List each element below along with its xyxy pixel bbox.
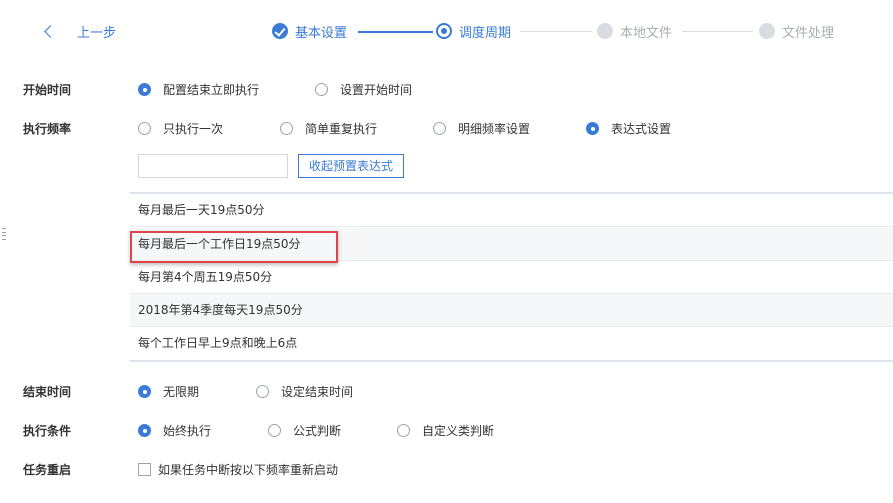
- radio-icon: [433, 122, 446, 135]
- option-label: 简单重复执行: [305, 122, 378, 136]
- option-label: 公式判断: [293, 424, 342, 438]
- checkbox-label: 如果任务中断按以下频率重新启动: [158, 463, 339, 477]
- expression-radio[interactable]: 表达式设置: [586, 120, 671, 137]
- chevron-left-icon: [44, 25, 57, 38]
- step-local-files[interactable]: 本地文件: [597, 21, 672, 41]
- step-label: 本地文件: [620, 25, 673, 41]
- pending-step-icon: [759, 23, 775, 39]
- checkbox-icon: [138, 463, 151, 476]
- restart-checkbox[interactable]: 如果任务中断按以下频率重新启动: [138, 461, 338, 478]
- step-connector: [520, 31, 592, 32]
- back-label: 上一步: [77, 26, 117, 41]
- step-connector: [358, 31, 433, 33]
- option-label: 无限期: [163, 385, 200, 399]
- option-label: 自定义类判断: [422, 424, 495, 438]
- condition-label: 执行条件: [23, 424, 72, 438]
- set-start-time-radio[interactable]: 设置开始时间: [315, 81, 412, 98]
- step-file-processing[interactable]: 文件处理: [759, 21, 834, 41]
- radio-checked-icon: [138, 83, 151, 96]
- custom-class-radio[interactable]: 自定义类判断: [397, 422, 494, 439]
- step-basic-settings[interactable]: 基本设置: [272, 21, 347, 41]
- frequency-label: 执行频率: [23, 122, 72, 136]
- radio-icon: [315, 83, 328, 96]
- preset-item[interactable]: 每月最后一天19点50分: [130, 194, 893, 227]
- detailed-frequency-radio[interactable]: 明细频率设置: [433, 120, 530, 137]
- radio-icon: [268, 424, 281, 437]
- option-label: 设定结束时间: [281, 385, 354, 399]
- formula-radio[interactable]: 公式判断: [268, 422, 341, 439]
- start-time-label: 开始时间: [23, 83, 72, 97]
- radio-checked-icon: [586, 122, 599, 135]
- step-connector: [682, 31, 753, 32]
- simple-repeat-radio[interactable]: 简单重复执行: [280, 120, 377, 137]
- check-circle-icon: [272, 23, 288, 39]
- radio-checked-icon: [138, 385, 151, 398]
- restart-label: 任务重启: [23, 463, 72, 477]
- preset-item[interactable]: 每月第4个周五19点50分: [130, 261, 893, 294]
- option-label: 设置开始时间: [340, 83, 413, 97]
- radio-icon: [138, 122, 151, 135]
- preset-expression-list: 每月最后一天19点50分 每月最后一个工作日19点50分 每月第4个周五19点5…: [130, 192, 893, 362]
- run-once-radio[interactable]: 只执行一次: [138, 120, 223, 137]
- back-button[interactable]: 上一步: [42, 22, 116, 41]
- end-time-label: 结束时间: [23, 385, 72, 399]
- drag-handle-icon[interactable]: [2, 228, 6, 240]
- option-label: 配置结束立即执行: [163, 83, 260, 97]
- option-label: 只执行一次: [163, 122, 224, 136]
- radio-icon: [397, 424, 410, 437]
- radio-checked-icon: [138, 424, 151, 437]
- preset-item[interactable]: 每月最后一个工作日19点50分: [130, 228, 893, 261]
- radio-icon: [256, 385, 269, 398]
- option-label: 表达式设置: [611, 122, 672, 136]
- no-end-radio[interactable]: 无限期: [138, 383, 199, 400]
- always-run-radio[interactable]: 始终执行: [138, 422, 211, 439]
- step-label: 调度周期: [459, 25, 512, 41]
- preset-item[interactable]: 2018年第4季度每天19点50分: [130, 294, 893, 327]
- preset-item[interactable]: 每个工作日早上9点和晚上6点: [130, 327, 893, 360]
- step-schedule-cycle[interactable]: 调度周期: [436, 21, 511, 41]
- radio-icon: [280, 122, 293, 135]
- step-label: 基本设置: [295, 25, 348, 41]
- current-step-icon: [436, 23, 452, 39]
- pending-step-icon: [597, 23, 613, 39]
- step-label: 文件处理: [782, 25, 835, 41]
- option-label: 明细频率设置: [458, 122, 531, 136]
- set-end-time-radio[interactable]: 设定结束时间: [256, 383, 353, 400]
- expression-input[interactable]: [138, 154, 288, 178]
- collapse-presets-button[interactable]: 收起预置表达式: [298, 154, 404, 178]
- option-label: 始终执行: [163, 424, 212, 438]
- start-immediately-radio[interactable]: 配置结束立即执行: [138, 81, 259, 98]
